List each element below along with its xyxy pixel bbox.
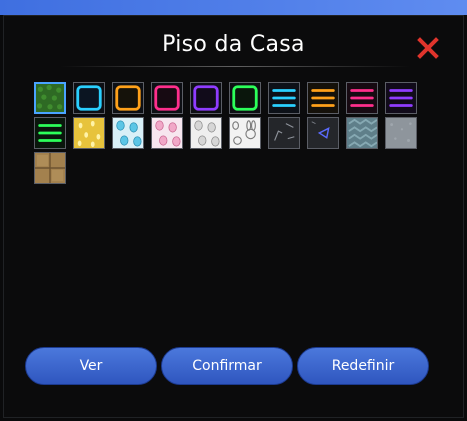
tile-neon-stripes-pink[interactable] [346,82,378,114]
reset-button[interactable]: Redefinir [297,347,429,385]
close-icon[interactable] [416,36,440,60]
tile-pattern-gray-eggs[interactable] [190,117,222,149]
dialog-title: Piso da Casa [162,32,305,57]
tile-neon-stripes-purple[interactable] [385,82,417,114]
tile-gray-stone[interactable] [385,117,417,149]
view-button[interactable]: Ver [25,347,157,385]
tile-neon-stripes-cyan[interactable] [268,82,300,114]
tile-teal-herringbone[interactable] [346,117,378,149]
tile-neon-frame-green[interactable] [229,82,261,114]
tile-dark-lines[interactable] [268,117,300,149]
tile-pattern-yellow[interactable] [73,117,105,149]
title-divider [60,66,410,67]
tile-wood-planks[interactable] [34,152,66,184]
tile-pattern-blue-eggs[interactable] [112,117,144,149]
tile-neon-frame-orange[interactable] [112,82,144,114]
confirm-button[interactable]: Confirmar [161,347,293,385]
tile-neon-frame-pink[interactable] [151,82,183,114]
tile-neon-stripes-orange[interactable] [307,82,339,114]
tile-neon-stripes-green[interactable] [34,117,66,149]
tile-pattern-bunny[interactable] [229,117,261,149]
tile-pattern-pink-eggs[interactable] [151,117,183,149]
top-accent-bar [0,0,467,15]
tile-neon-frame-cyan[interactable] [73,82,105,114]
tile-grass[interactable] [34,82,66,114]
tile-dark-triangle[interactable] [307,117,339,149]
tile-neon-frame-purple[interactable] [190,82,222,114]
